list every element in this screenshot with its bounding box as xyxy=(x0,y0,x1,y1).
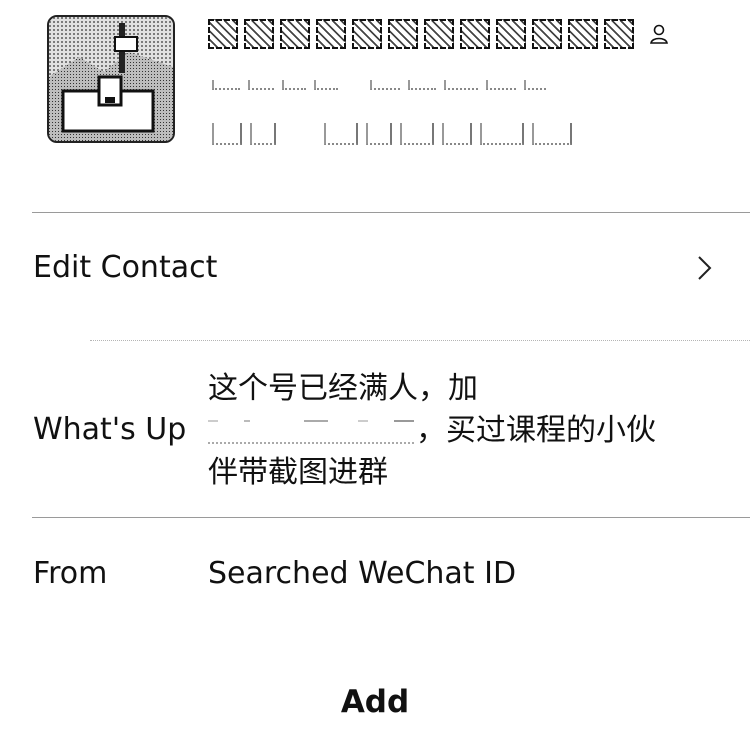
whats-up-line-1: 这个号已经满人，加 xyxy=(208,371,478,406)
redacted-region xyxy=(212,123,572,145)
whats-up-line-2-suffix: ，买过课程的小伙 xyxy=(416,413,656,448)
whats-up-label: What's Up xyxy=(33,412,187,447)
edit-contact-label[interactable]: Edit Contact xyxy=(33,250,217,286)
redacted-name xyxy=(208,19,634,49)
contact-avatar[interactable] xyxy=(47,15,175,143)
section-divider xyxy=(32,212,750,213)
from-value: Searched WeChat ID xyxy=(208,556,517,591)
section-divider xyxy=(32,517,750,518)
chevron-right-icon[interactable] xyxy=(696,255,714,281)
whats-up-line-3: 伴带截图进群 xyxy=(208,455,388,490)
redacted-wechat-id xyxy=(212,80,546,90)
whats-up-text: 这个号已经满人，加 ，买过课程的小伙 伴带截图进群 xyxy=(208,368,708,494)
row-divider xyxy=(90,340,750,341)
add-button[interactable]: Add xyxy=(0,682,750,722)
from-label: From xyxy=(33,556,108,591)
contact-name xyxy=(208,14,670,54)
redacted-text xyxy=(208,419,414,444)
whats-up-line-2: ，买过课程的小伙 xyxy=(208,410,708,452)
person-icon xyxy=(650,24,668,44)
